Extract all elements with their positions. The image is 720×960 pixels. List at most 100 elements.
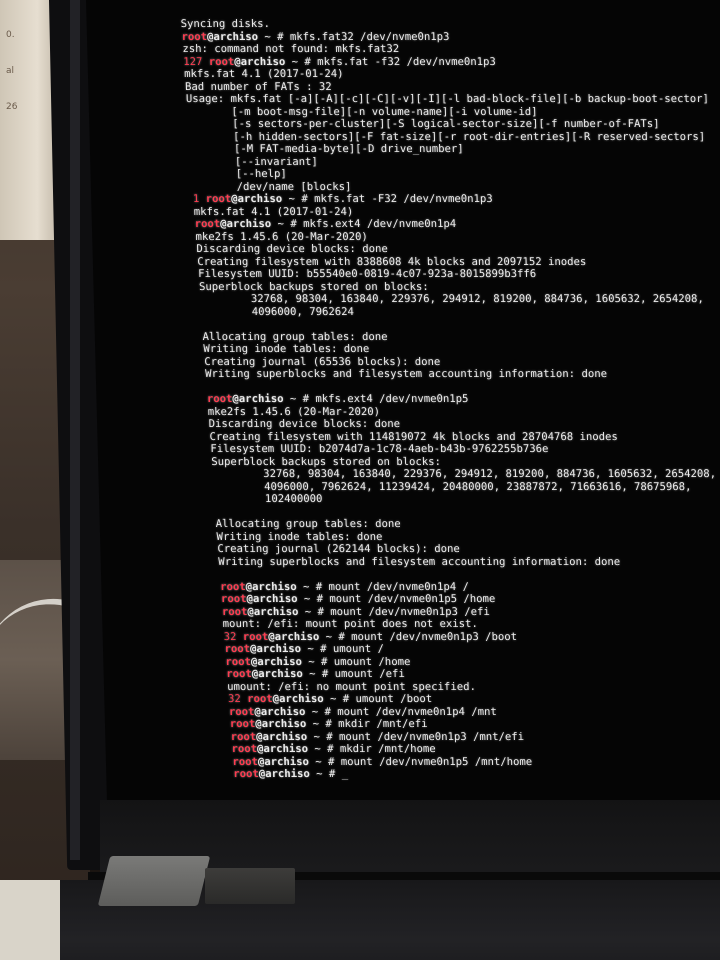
- prompt-user: root: [220, 593, 247, 605]
- output-line: Discarding device blocks: done: [208, 418, 401, 430]
- prompt-tail: ~ #: [297, 593, 330, 605]
- output-line: Superblock backups stored on blocks:: [211, 455, 442, 468]
- output-line: [--help]: [190, 168, 287, 180]
- prompt-host: archiso: [213, 30, 259, 43]
- output-line: [-m boot-msg-file][-n volume-name][-i vo…: [186, 105, 538, 118]
- prompt-tail: ~ #: [307, 743, 341, 755]
- prompt-tail: ~ #: [323, 693, 356, 705]
- command-text: mount /dev/nvme0n1p5 /mnt/home: [340, 755, 533, 768]
- command-line: root@archiso ~ # umount /: [224, 643, 384, 655]
- command-line: root@archiso ~ # mount /dev/nvme0n1p3 /e…: [222, 606, 490, 618]
- command-text: mkfs.ext4 /dev/nvme0n1p5: [315, 393, 469, 405]
- command-line: root@archiso ~ # mkdir /mnt/efi: [230, 718, 428, 730]
- prompt-host: archiso: [238, 393, 284, 405]
- prompt-user: root: [231, 743, 258, 755]
- command-text: mkfs.fat32 /dev/nvme0n1p3: [289, 30, 450, 43]
- output-line: mount: /efi: mount point does not exist.: [222, 618, 479, 630]
- prompt-tail: ~ #: [302, 668, 335, 680]
- command-text: umount /: [332, 643, 385, 655]
- command-line: root@archiso ~ # mkdir /mnt/home: [231, 743, 435, 755]
- output-line: Superblock backups stored on blocks:: [198, 280, 429, 293]
- command-text: mount /dev/nvme0n1p4 /: [328, 580, 470, 593]
- output-line: mke2fs 1.45.6 (20-Mar-2020): [207, 405, 381, 418]
- prompt-host: archiso: [262, 730, 308, 743]
- command-line: root@archiso ~ # mount /dev/nvme0n1p3 /m…: [230, 731, 524, 743]
- prompt-user: root: [194, 218, 221, 230]
- prompt-user: root: [228, 705, 255, 718]
- prompt-host: archiso: [265, 768, 310, 780]
- exit-code: 32: [223, 630, 243, 643]
- command-line: 127 root@archiso ~ # mkfs.fat -f32 /dev/…: [183, 56, 496, 68]
- prompt-user: root: [233, 768, 259, 780]
- paper-note-text: al: [6, 66, 15, 76]
- output-line: 32768, 98304, 163840, 229376, 294912, 81…: [212, 468, 717, 480]
- terminal-output[interactable]: Syncing disks. root@archiso ~ # mkfs.fat3…: [180, 18, 720, 798]
- command-text: mount /dev/nvme0n1p3 /efi: [330, 605, 490, 618]
- prompt-host: archiso: [257, 668, 303, 680]
- prompt-user: root: [221, 605, 248, 618]
- command-line: 32 root@archiso ~ # umount /boot: [228, 693, 432, 705]
- laptop-hinge-block: [205, 868, 295, 904]
- prompt-tail: ~ #: [282, 193, 315, 205]
- command-line: root@archiso ~ # mkfs.ext4 /dev/nvme0n1p…: [195, 218, 457, 230]
- output-line: 4096000, 7962624: [200, 305, 355, 318]
- output-line: Writing superblocks and filesystem accou…: [205, 368, 608, 380]
- exit-code: 32: [227, 693, 248, 705]
- prompt-user: root: [205, 193, 232, 205]
- command-text: mount /dev/nvme0n1p3 /boot: [351, 630, 518, 643]
- output-line: umount: /efi: no mount point specified.: [226, 680, 477, 693]
- command-line: root@archiso ~ # umount /efi: [226, 668, 405, 680]
- prompt-host: archiso: [226, 218, 272, 230]
- output-line: 32768, 98304, 163840, 229376, 294912, 81…: [199, 293, 704, 305]
- command-line: 1 root@archiso ~ # mkfs.fat -F32 /dev/nv…: [193, 193, 493, 205]
- output-line: Bad number of FATs : 32: [184, 80, 332, 93]
- output-line: zsh: command not found: mkfs.fat32: [182, 43, 400, 55]
- prompt-host: archiso: [278, 693, 324, 705]
- prompt-host: archiso: [264, 755, 310, 768]
- prompt-tail: ~ #: [257, 30, 291, 43]
- prompt-tail: ~ #: [283, 393, 316, 405]
- command-line: root@archiso ~ # mount /dev/nvme0n1p4 /: [220, 581, 469, 593]
- output-line: Usage: mkfs.fat [-a][-A][-c][-C][-v][-I]…: [185, 93, 710, 105]
- output-line: Discarding device blocks: done: [196, 243, 388, 255]
- prompt-tail: ~ #: [300, 643, 334, 655]
- output-line: Writing inode tables: done: [203, 343, 370, 355]
- paper-note-text: 26: [6, 102, 18, 112]
- output-line: [-h hidden-sectors][-F fat-size][-r root…: [188, 130, 706, 143]
- cursor: _: [341, 768, 349, 780]
- prompt-host: archiso: [252, 593, 298, 605]
- prompt-user: root: [229, 718, 256, 730]
- command-text: umount /boot: [355, 693, 433, 705]
- command-text: mkfs.fat -f32 /dev/nvme0n1p3: [317, 55, 496, 68]
- prompt-tail: ~ #: [306, 718, 339, 730]
- exit-code: 127: [183, 55, 209, 68]
- prompt-host: archiso: [240, 55, 286, 68]
- photo-scene: 0. al 26 Syncing disks. root@archiso ~ # …: [0, 0, 720, 960]
- command-line: root@archiso ~ # _: [233, 768, 348, 780]
- output-line: Creating journal (65536 blocks): done: [204, 355, 441, 368]
- prompt-tail: ~ #: [308, 755, 341, 768]
- command-text: mount /dev/nvme0n1p5 /home: [329, 593, 496, 605]
- laptop-hinge-cover: [97, 856, 211, 906]
- exit-code: 1: [192, 193, 206, 205]
- prompt-host: archiso: [257, 655, 303, 668]
- paper-note-text: 0.: [6, 30, 15, 40]
- prompt-user: root: [232, 755, 259, 768]
- prompt-tail: ~ #: [298, 605, 331, 618]
- output-line: Syncing disks.: [180, 18, 271, 30]
- output-line: Allocating group tables: done: [215, 518, 401, 530]
- prompt-tail: ~ #: [296, 580, 329, 593]
- output-line: Writing superblocks and filesystem accou…: [218, 555, 621, 568]
- output-line: Creating filesystem with 8388608 4k bloc…: [197, 255, 587, 268]
- prompt-tail: ~ #: [285, 55, 318, 68]
- prompt-host: archiso: [274, 630, 320, 643]
- output-line: 4096000, 7962624, 11239424, 20480000, 23…: [212, 480, 692, 493]
- prompt-host: archiso: [260, 705, 306, 718]
- prompt-host: archiso: [261, 718, 307, 730]
- prompt-user: root: [181, 30, 208, 43]
- output-line: Creating journal (262144 blocks): done: [217, 543, 461, 555]
- prompt-user: root: [219, 580, 246, 593]
- command-text: mount /dev/nvme0n1p4 /mnt: [337, 705, 497, 718]
- command-line: root@archiso ~ # mount /dev/nvme0n1p4 /m…: [229, 706, 497, 718]
- command-line: root@archiso ~ # mount /dev/nvme0n1p5 /h…: [221, 593, 496, 605]
